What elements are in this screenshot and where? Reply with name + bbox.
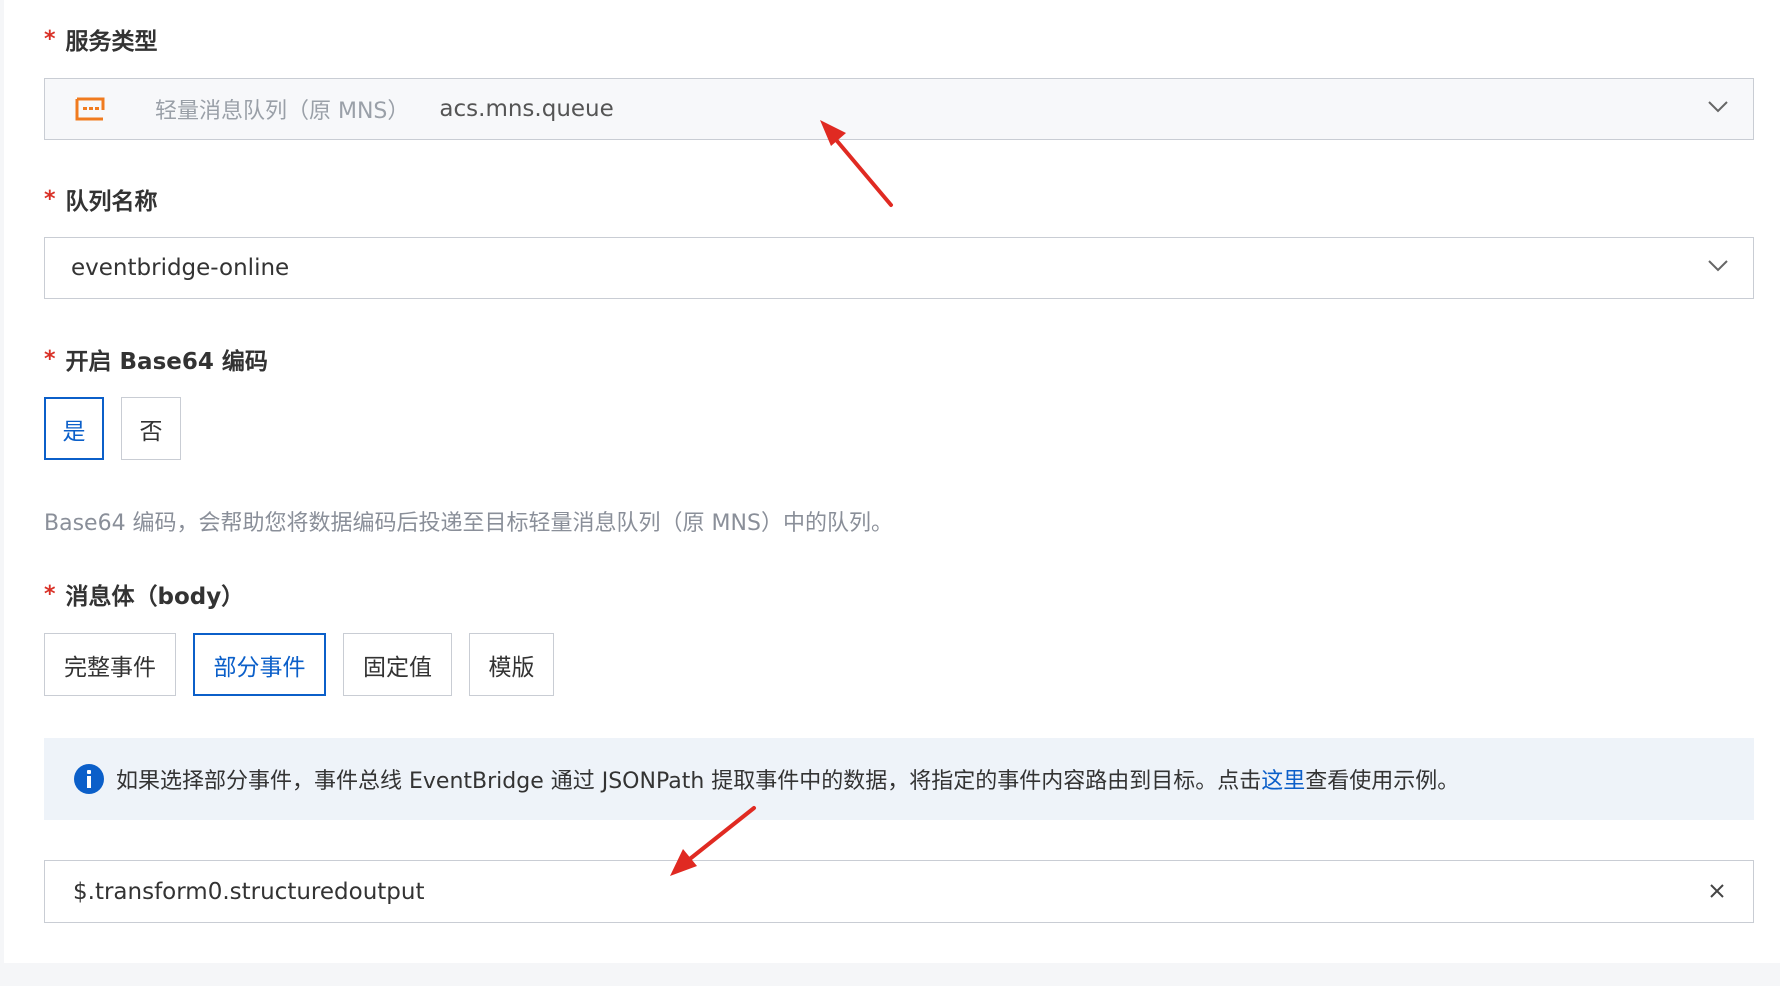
body-label: * 消息体（body） [44,577,244,611]
chevron-down-icon[interactable] [1707,95,1729,117]
info-icon [74,764,104,794]
queue-name-label: * 队列名称 [44,182,158,216]
queue-name-select[interactable]: eventbridge-online [44,237,1754,299]
required-mark: * [44,26,56,52]
notice-prefix: 如果选择部分事件，事件总线 EventBridge 通过 JSONPath 提取… [116,769,1262,794]
body-option-template[interactable]: 模版 [469,633,554,696]
jsonpath-input[interactable] [71,877,1635,906]
queue-name-value: eventbridge-online [71,255,290,281]
service-product-code: acs.mns.queue [439,96,614,122]
service-product-name: 轻量消息队列（原 MNS） [155,99,410,124]
required-mark: * [44,186,56,212]
body-option-partial-event[interactable]: 部分事件 [193,633,326,696]
mns-queue-icon [75,96,105,122]
service-type-label: * 服务类型 [44,22,158,56]
notice-link[interactable]: 这里 [1261,769,1305,794]
notice-suffix: 查看使用示例。 [1305,769,1460,794]
chevron-down-icon[interactable] [1707,254,1729,276]
base64-option-yes[interactable]: 是 [44,397,104,460]
close-icon[interactable] [1709,883,1725,899]
base64-label-text: 开启 Base64 编码 [65,349,268,375]
base64-option-no[interactable]: 否 [121,397,181,460]
required-mark: * [44,346,56,372]
service-type-label-text: 服务类型 [65,29,158,55]
body-option-fixed-value[interactable]: 固定值 [343,633,452,696]
notice-text: 如果选择部分事件，事件总线 EventBridge 通过 JSONPath 提取… [116,763,1459,795]
body-option-full-event[interactable]: 完整事件 [44,633,176,696]
service-type-select[interactable]: 轻量消息队列（原 MNS） acs.mns.queue [44,78,1754,140]
base64-hint: Base64 编码，会帮助您将数据编码后投递至目标轻量消息队列（原 MNS）中的… [44,511,893,536]
jsonpath-field[interactable] [44,860,1754,923]
partial-event-notice: 如果选择部分事件，事件总线 EventBridge 通过 JSONPath 提取… [44,738,1754,820]
base64-label: * 开启 Base64 编码 [44,342,268,376]
queue-name-label-text: 队列名称 [65,189,158,215]
required-mark: * [44,581,56,607]
body-label-text: 消息体（body） [65,584,245,610]
